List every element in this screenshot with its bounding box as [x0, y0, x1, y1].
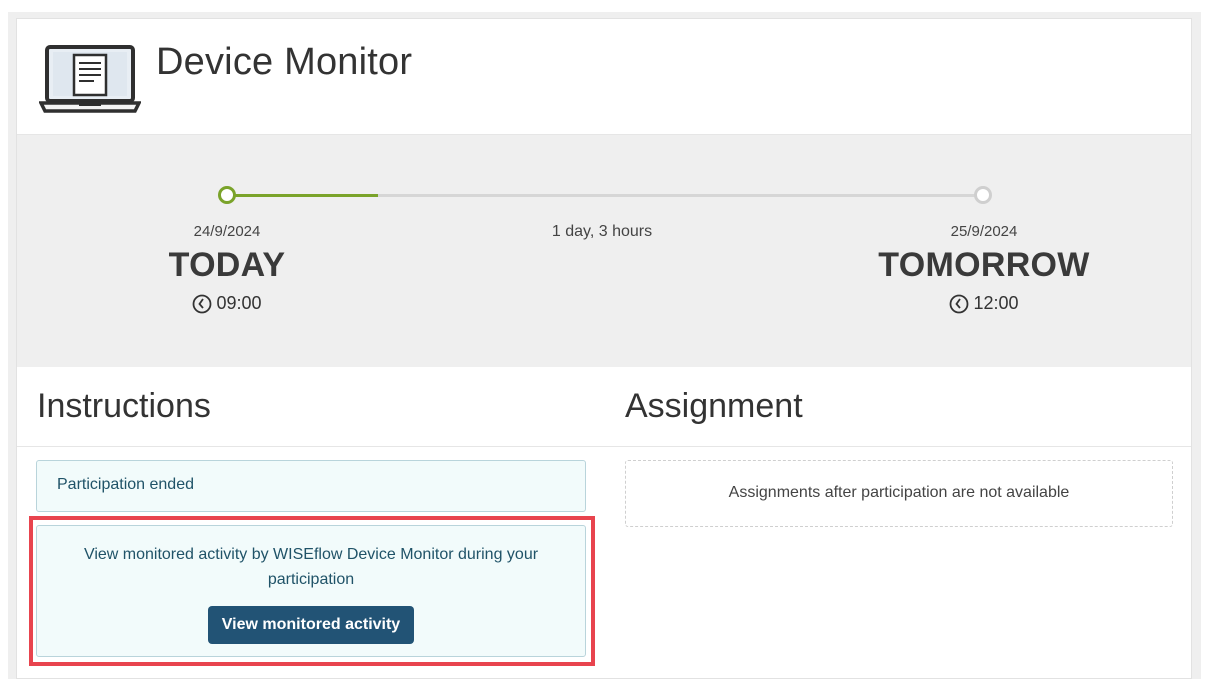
end-time-value: 12:00: [973, 293, 1019, 313]
timeline-end: 25/9/2024 TOMORROW 12:00: [864, 223, 1104, 314]
timeline-start: 24/9/2024 TODAY 09:00: [107, 223, 347, 314]
end-label: TOMORROW: [878, 246, 1090, 284]
view-monitored-activity-button[interactable]: View monitored activity: [207, 606, 415, 644]
laptop-document-icon: [39, 45, 141, 113]
instructions-heading: Instructions: [37, 387, 211, 425]
start-label: TODAY: [168, 246, 286, 284]
timeline-track: [218, 186, 992, 204]
flow-header: Device Monitor: [17, 19, 1191, 135]
timeline-start-marker: [218, 186, 236, 204]
clock-icon: [193, 294, 212, 313]
end-date: 25/9/2024: [950, 223, 1018, 240]
section-headers: Instructions Assignment: [17, 367, 1191, 447]
start-time: 09:00: [107, 293, 347, 314]
page-title: Device Monitor: [156, 41, 413, 83]
monitored-activity-text: View monitored activity by WISEflow Devi…: [83, 546, 539, 588]
timeline-panel: 24/9/2024 TODAY 09:00 1 day, 3 hours 25/…: [17, 135, 1191, 367]
flow-card: Device Monitor 24/9/2024 TODAY 09:00 1 d…: [16, 18, 1192, 679]
assignment-empty-state: Assignments after participation are not …: [625, 460, 1173, 527]
timeline-end-marker: [974, 186, 992, 204]
timeline-progress: [227, 194, 379, 197]
start-date: 24/9/2024: [193, 223, 261, 240]
participation-ended-alert: Participation ended: [36, 460, 586, 512]
end-time: 12:00: [864, 293, 1104, 314]
start-time-value: 09:00: [216, 293, 262, 313]
clock-icon: [950, 294, 969, 313]
assignment-heading: Assignment: [625, 387, 803, 425]
duration-label: 1 day, 3 hours: [551, 223, 653, 240]
monitored-activity-panel: View monitored activity by WISEflow Devi…: [36, 525, 586, 657]
